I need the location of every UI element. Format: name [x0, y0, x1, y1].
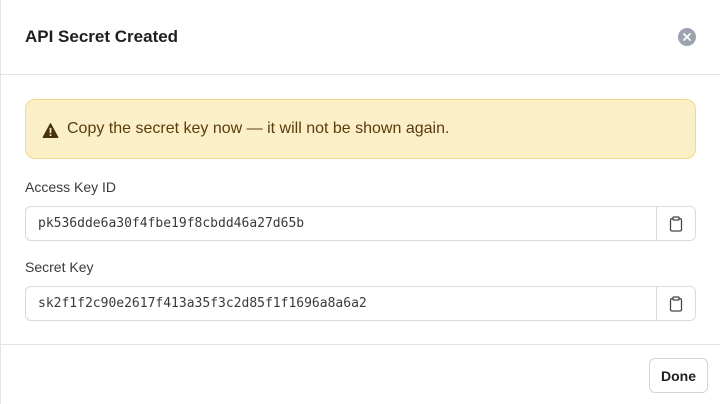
dialog-title: API Secret Created [25, 27, 179, 46]
access-key-label: Access Key ID [25, 179, 117, 195]
secret-key-field: sk2f1f2c90e2617f413a35f3c2d85f1f1696a8a6… [25, 286, 696, 321]
access-key-field: pk536dde6a30f4fbe19f8cbdd46a27d65b [25, 206, 696, 241]
done-button[interactable]: Done [649, 358, 708, 393]
clipboard-icon [669, 215, 683, 232]
copy-access-key-button[interactable] [656, 207, 695, 240]
warning-triangle-icon [42, 123, 59, 138]
dialog-body: Copy the secret key now — it will not be… [1, 75, 720, 321]
dialog-footer: Done [1, 344, 720, 404]
secret-key-label: Secret Key [25, 259, 94, 275]
secret-key-value[interactable]: sk2f1f2c90e2617f413a35f3c2d85f1f1696a8a6… [26, 287, 656, 320]
dialog-header: API Secret Created [1, 0, 720, 75]
warning-banner: Copy the secret key now — it will not be… [25, 99, 696, 159]
api-secret-dialog: API Secret Created Copy the secret key n… [0, 0, 720, 404]
close-icon [683, 33, 691, 41]
clipboard-icon [669, 295, 683, 312]
warning-text: Copy the secret key now — it will not be… [67, 120, 450, 137]
copy-secret-key-button[interactable] [656, 287, 695, 320]
access-key-value[interactable]: pk536dde6a30f4fbe19f8cbdd46a27d65b [26, 207, 656, 240]
close-button[interactable] [678, 28, 696, 46]
